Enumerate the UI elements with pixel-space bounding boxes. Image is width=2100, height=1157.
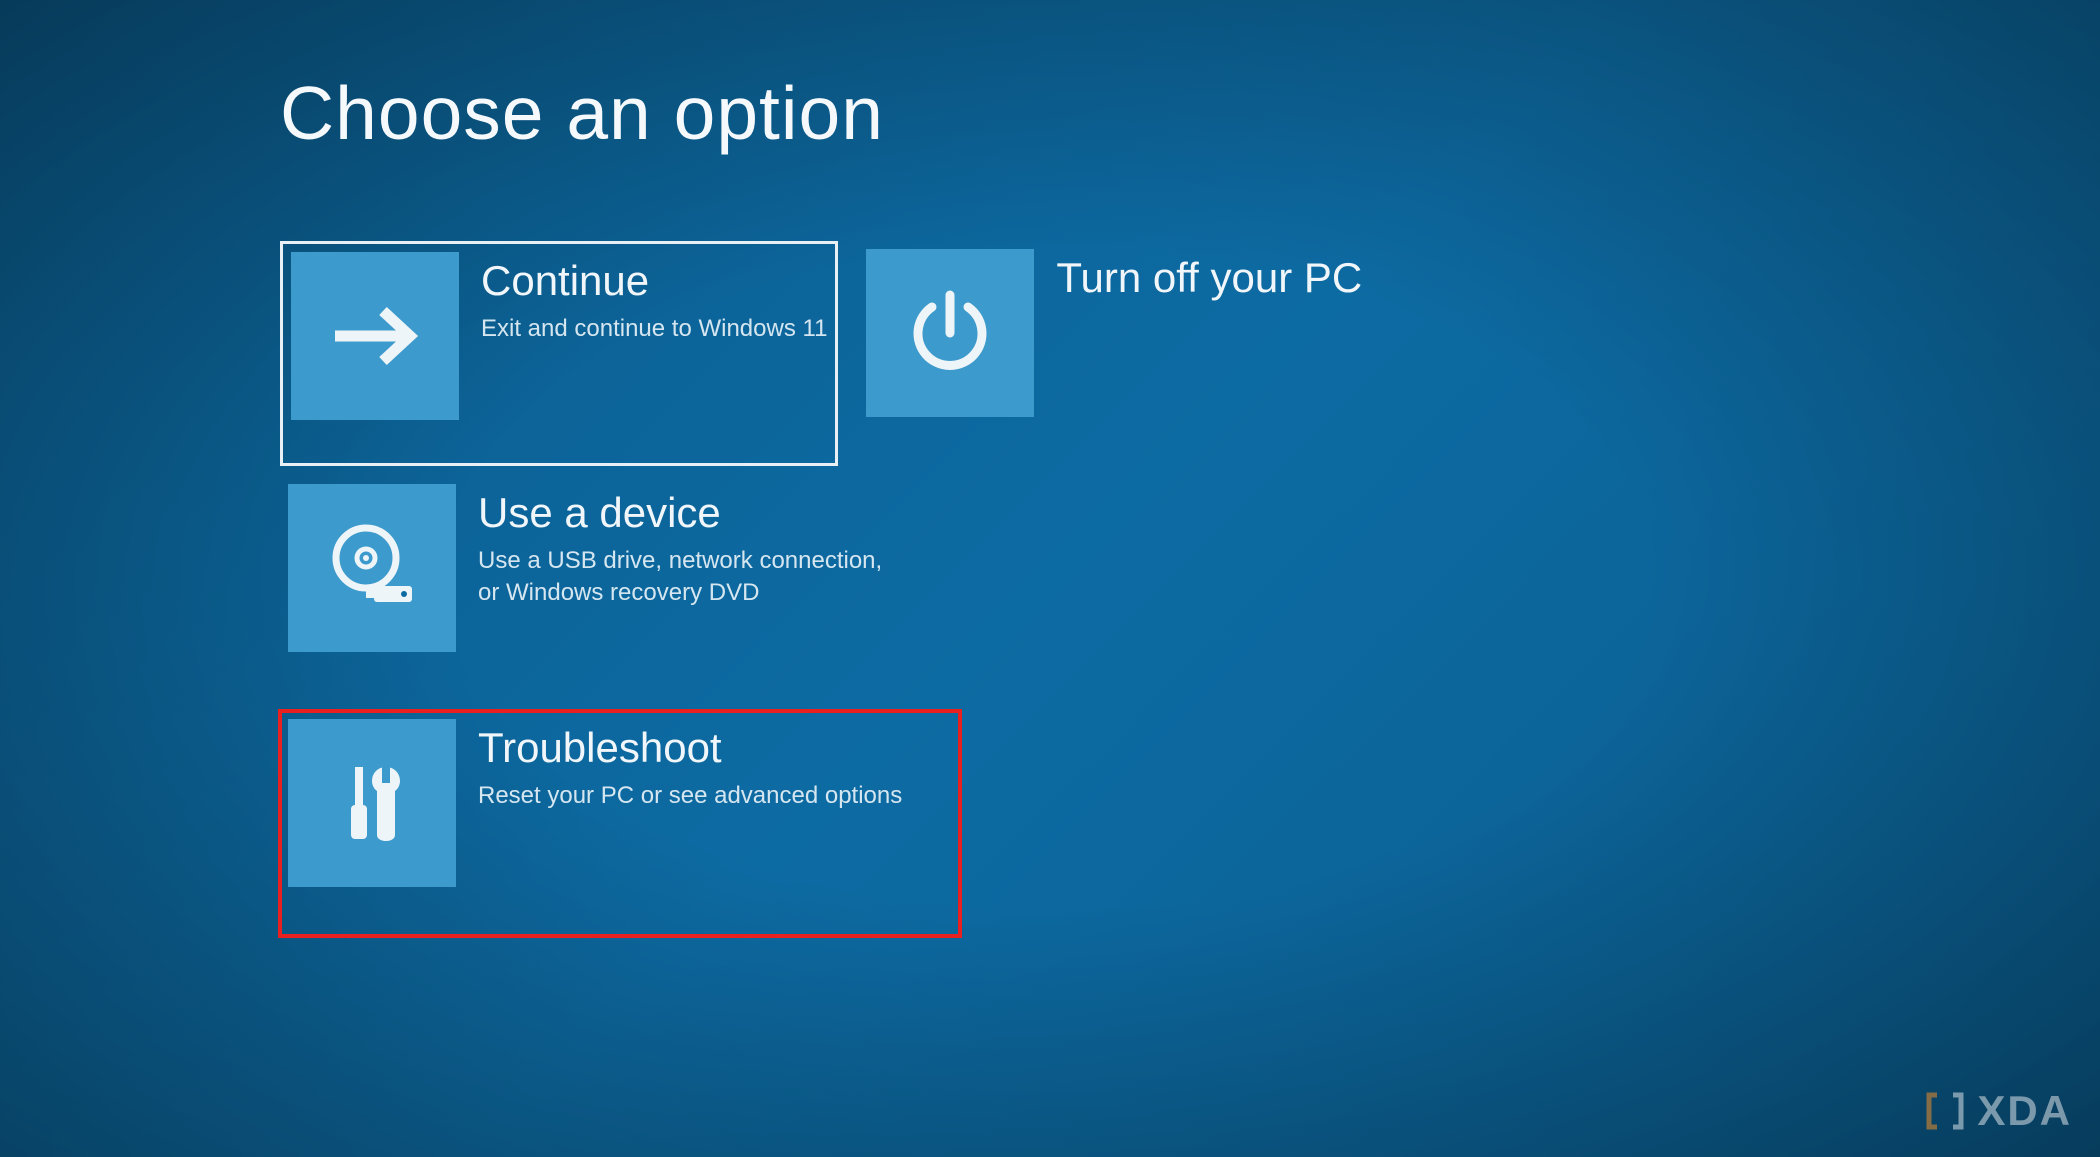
turnoff-icon-box — [866, 249, 1034, 417]
arrow-right-icon — [325, 286, 425, 386]
power-icon — [900, 283, 1000, 383]
watermark-text: XDA — [1977, 1087, 2072, 1135]
usedevice-desc: Use a USB drive, network connection, or … — [478, 545, 908, 610]
disc-usb-icon — [322, 518, 422, 618]
watermark: XDA — [1923, 1087, 2072, 1135]
continue-text: Continue Exit and continue to Windows 11 — [481, 252, 827, 345]
troubleshoot-option[interactable]: Troubleshoot Reset your PC or see advanc… — [280, 711, 960, 936]
troubleshoot-desc: Reset your PC or see advanced options — [478, 780, 902, 812]
troubleshoot-icon-box — [288, 719, 456, 887]
troubleshoot-title: Troubleshoot — [478, 724, 902, 772]
tools-icon — [322, 753, 422, 853]
continue-option[interactable]: Continue Exit and continue to Windows 11 — [280, 241, 838, 466]
recovery-environment-screen: Choose an option Continue Exit and conti… — [0, 0, 2100, 936]
usedevice-icon-box — [288, 484, 456, 652]
usedevice-text: Use a device Use a USB drive, network co… — [478, 484, 908, 610]
bracket-icon — [1923, 1089, 1967, 1133]
usedevice-title: Use a device — [478, 489, 908, 537]
continue-icon-box — [291, 252, 459, 420]
continue-title: Continue — [481, 257, 827, 305]
turnoff-title: Turn off your PC — [1056, 254, 1362, 302]
turnoff-option[interactable]: Turn off your PC — [858, 241, 1370, 466]
page-title: Choose an option — [280, 70, 2100, 156]
continue-desc: Exit and continue to Windows 11 — [481, 313, 827, 345]
turnoff-text: Turn off your PC — [1056, 249, 1362, 310]
troubleshoot-text: Troubleshoot Reset your PC or see advanc… — [478, 719, 902, 812]
usedevice-option[interactable]: Use a device Use a USB drive, network co… — [280, 476, 960, 701]
options-row-1: Continue Exit and continue to Windows 11… — [280, 241, 2100, 466]
